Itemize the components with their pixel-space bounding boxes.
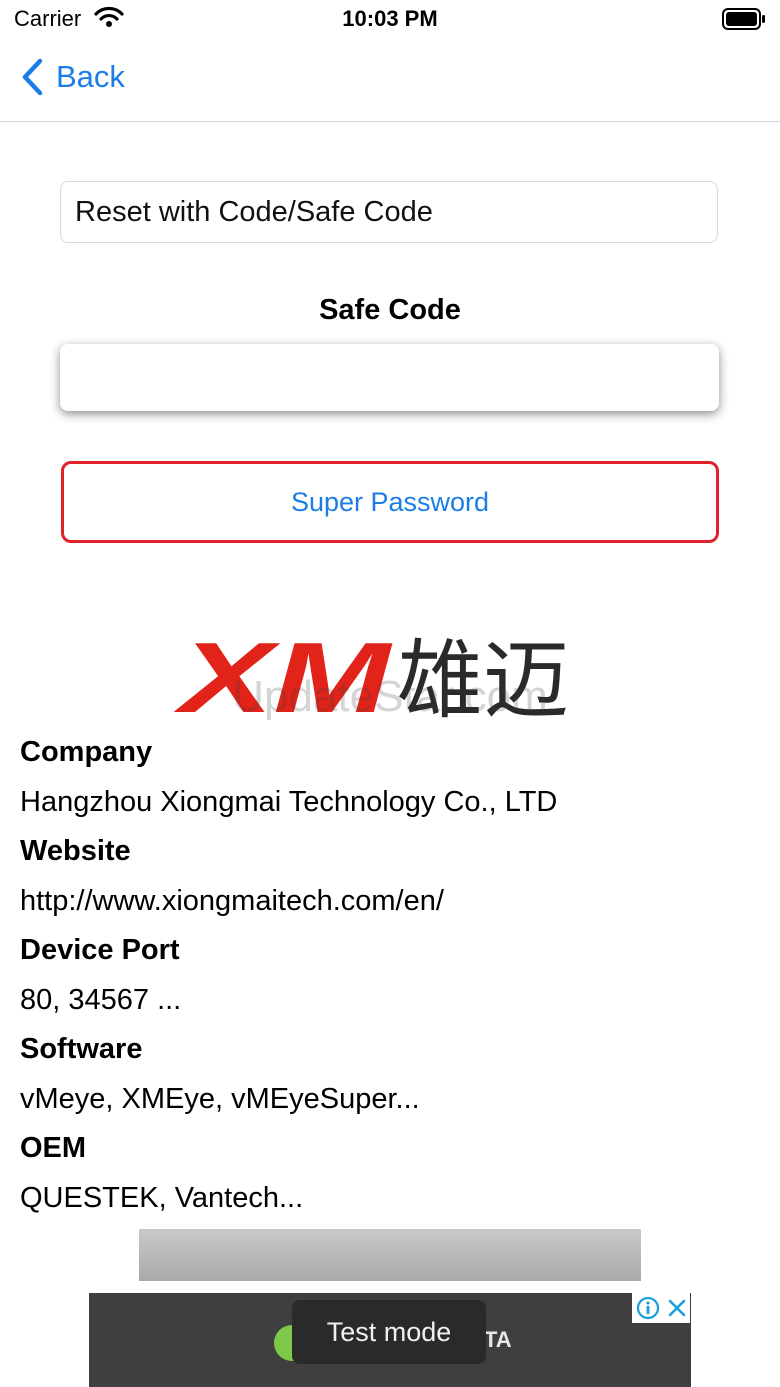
website-label: Website bbox=[20, 835, 131, 867]
safe-code-input[interactable] bbox=[60, 344, 719, 411]
battery-icon bbox=[722, 8, 765, 30]
software-value: vMeye, XMEye, vMEyeSuper... bbox=[20, 1083, 420, 1115]
adchoices[interactable] bbox=[632, 1293, 690, 1323]
ad-banner-top[interactable] bbox=[139, 1229, 641, 1281]
test-mode-toast: Test mode bbox=[292, 1300, 486, 1364]
website-value: http://www.xiongmaitech.com/en/ bbox=[20, 885, 444, 917]
oem-label: OEM bbox=[20, 1132, 87, 1164]
navigation-bar: Back bbox=[0, 40, 780, 122]
chevron-left-icon bbox=[22, 58, 43, 96]
company-value: Hangzhou Xiongmai Technology Co., LTD bbox=[20, 786, 558, 818]
watermark-text: UpdateStar.com bbox=[232, 672, 548, 721]
ad-partial-text: TA bbox=[484, 1327, 512, 1352]
back-button[interactable]: Back bbox=[20, 58, 125, 96]
back-label: Back bbox=[56, 59, 125, 94]
safe-code-label: Safe Code bbox=[319, 294, 461, 326]
device-port-label: Device Port bbox=[20, 934, 180, 966]
device-port-value: 80, 34567 ... bbox=[20, 984, 182, 1016]
close-icon[interactable] bbox=[667, 1298, 687, 1318]
info-icon[interactable] bbox=[636, 1296, 660, 1320]
oem-value: QUESTEK, Vantech... bbox=[20, 1182, 304, 1214]
status-time: 10:03 PM bbox=[342, 6, 438, 31]
software-label: Software bbox=[20, 1033, 143, 1065]
reset-mode-selector[interactable]: Reset with Code/Safe Code bbox=[60, 181, 718, 243]
super-password-button[interactable]: Super Password bbox=[61, 461, 719, 543]
status-bar: Carrier 10:03 PM bbox=[0, 0, 780, 40]
company-label: Company bbox=[20, 736, 153, 768]
